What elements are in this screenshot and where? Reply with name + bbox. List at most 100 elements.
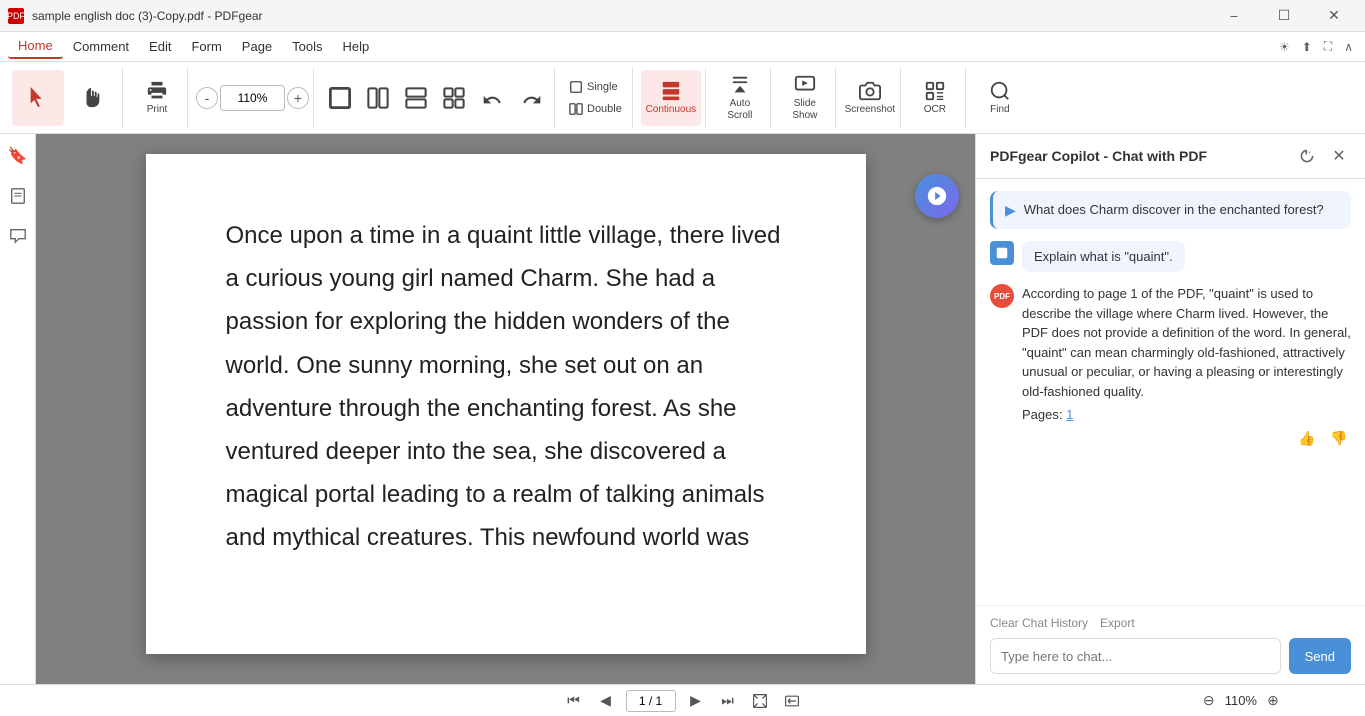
menu-home[interactable]: Home — [8, 34, 63, 59]
screenshot-button[interactable]: Screenshot — [844, 70, 896, 126]
thumbs-down-button[interactable]: 👎 — [1327, 426, 1351, 450]
ocr-button[interactable]: OCR — [909, 70, 961, 126]
suggested-question-text: What does Charm discover in the enchante… — [1024, 201, 1324, 219]
zoom-out-bottom-button[interactable]: ⊖ — [1197, 689, 1221, 713]
zoom-control: - + — [196, 85, 309, 111]
window-controls: − ☐ ✕ — [1211, 0, 1357, 32]
toolbar-zoom-group: - + — [192, 68, 314, 128]
fit-width-button[interactable] — [780, 689, 804, 713]
menu-help[interactable]: Help — [333, 35, 380, 58]
chat-bottom: Clear Chat History Export Send — [976, 605, 1365, 684]
toolbar-autoscroll-group: Auto Scroll — [710, 68, 771, 128]
left-sidebar: 🔖 — [0, 134, 36, 684]
suggested-question[interactable]: ▶ What does Charm discover in the enchan… — [990, 191, 1351, 229]
last-page-button[interactable]: ⏭ — [716, 689, 740, 713]
sun-icon[interactable]: ☀ — [1275, 36, 1294, 58]
suggestion-arrow-icon: ▶ — [1005, 202, 1016, 219]
continuous-view-button[interactable]: Continuous — [641, 70, 701, 126]
toolbar-find-group: Find — [970, 68, 1030, 128]
auto-scroll-button[interactable]: Auto Scroll — [714, 70, 766, 126]
prev-page-button[interactable]: ◀ — [594, 689, 618, 713]
double-view-button[interactable]: Double — [563, 99, 628, 119]
slide-show-button[interactable]: Slide Show — [779, 70, 831, 126]
fit-page-button[interactable] — [748, 689, 772, 713]
toolbar-print-group: Print — [127, 68, 188, 128]
print-button[interactable]: Print — [131, 70, 183, 126]
page-link-1[interactable]: 1 — [1066, 407, 1073, 422]
ai-avatar: PDF — [990, 284, 1014, 308]
toolbar-continuous-group: Continuous — [637, 68, 706, 128]
next-page-button[interactable]: ▶ — [684, 689, 708, 713]
grid-layout-1-button[interactable] — [322, 80, 358, 116]
bottom-zoom-control: ⊖ 110% ⊕ — [1197, 689, 1285, 713]
first-page-button[interactable]: ⏮ — [562, 689, 586, 713]
main-content: 🔖 Once upon a time in a quaint little vi… — [0, 134, 1365, 684]
toolbar-view-group: Single Double — [559, 68, 633, 128]
page-input[interactable] — [626, 690, 676, 712]
comments-icon[interactable] — [4, 222, 32, 250]
export-button[interactable]: Export — [1100, 616, 1135, 630]
chat-input[interactable] — [990, 638, 1281, 674]
chat-actions: Clear Chat History Export — [990, 616, 1351, 630]
copilot-close-button[interactable]: ✕ — [1327, 144, 1351, 168]
pages-icon[interactable] — [4, 182, 32, 210]
fullscreen-icon[interactable]: ⛶ — [1320, 35, 1336, 58]
menu-right-icons: ☀ ⬆ ⛶ ∧ — [1275, 35, 1357, 58]
menu-edit[interactable]: Edit — [139, 35, 181, 58]
view-mode-group: Single Double — [563, 77, 628, 119]
bottom-bar-wrap: ⏮ ◀ ▶ ⏭ ⊖ 110% ⊕ — [0, 689, 1365, 713]
clear-chat-button[interactable]: Clear Chat History — [990, 616, 1088, 630]
chat-area: ▶ What does Charm discover in the enchan… — [976, 179, 1365, 605]
menu-page[interactable]: Page — [232, 35, 282, 58]
pages-label: Pages: — [1022, 407, 1062, 422]
copilot-header-icons: ✕ — [1295, 144, 1351, 168]
copilot-float-button[interactable] — [915, 174, 959, 218]
chat-input-row: Send — [990, 638, 1351, 674]
grid-layout-4-button[interactable] — [436, 80, 472, 116]
user-message: Explain what is "quaint". — [990, 241, 1351, 272]
menu-form[interactable]: Form — [181, 35, 231, 58]
window-title: sample english doc (3)-Copy.pdf - PDFgea… — [32, 9, 263, 23]
find-label: Find — [990, 104, 1009, 116]
bottom-zoom-level: 110% — [1225, 693, 1257, 708]
pdf-text-content: Once upon a time in a quaint little vill… — [226, 214, 786, 560]
single-view-button[interactable]: Single — [563, 77, 628, 97]
undo-button[interactable] — [474, 86, 510, 114]
find-button[interactable]: Find — [974, 70, 1026, 126]
ai-message: PDF According to page 1 of the PDF, "qua… — [990, 284, 1351, 450]
ocr-label: OCR — [924, 104, 946, 116]
user-avatar — [990, 241, 1014, 265]
ai-response-text: According to page 1 of the PDF, "quaint"… — [1022, 284, 1351, 401]
menu-tools[interactable]: Tools — [282, 35, 332, 58]
grid-layout-2-button[interactable] — [360, 80, 396, 116]
auto-scroll-label: Auto Scroll — [718, 98, 762, 122]
cursor-tool-button[interactable] — [12, 70, 64, 126]
thumbs-up-button[interactable]: 👍 — [1295, 426, 1319, 450]
collapse-icon[interactable]: ∧ — [1340, 36, 1357, 58]
copilot-refresh-button[interactable] — [1295, 144, 1319, 168]
pdf-page: Once upon a time in a quaint little vill… — [146, 154, 866, 654]
zoom-input[interactable] — [220, 85, 285, 111]
minimize-button[interactable]: − — [1211, 0, 1257, 32]
bottom-bar: ⏮ ◀ ▶ ⏭ ⊖ 110% ⊕ — [0, 684, 1365, 716]
zoom-in-button[interactable]: + — [287, 87, 309, 109]
zoom-out-button[interactable]: - — [196, 87, 218, 109]
copilot-title: PDFgear Copilot - Chat with PDF — [990, 148, 1207, 164]
toolbar: Print - + — [0, 62, 1365, 134]
bookmark-icon[interactable]: 🔖 — [4, 142, 32, 170]
screenshot-label: Screenshot — [845, 104, 896, 116]
toolbar-ocr-group: OCR — [905, 68, 966, 128]
menu-comment[interactable]: Comment — [63, 35, 139, 58]
maximize-button[interactable]: ☐ — [1261, 0, 1307, 32]
toolbar-selection-group — [8, 68, 123, 128]
export-icon[interactable]: ⬆ — [1298, 36, 1316, 58]
close-button[interactable]: ✕ — [1311, 0, 1357, 32]
feedback-row: 👍 👎 — [1022, 426, 1351, 450]
zoom-in-bottom-button[interactable]: ⊕ — [1261, 689, 1285, 713]
hand-tool-button[interactable] — [66, 70, 118, 126]
toolbar-slideshow-group: Slide Show — [775, 68, 836, 128]
send-button[interactable]: Send — [1289, 638, 1351, 674]
grid-layout-3-button[interactable] — [398, 80, 434, 116]
pdf-viewer[interactable]: Once upon a time in a quaint little vill… — [36, 134, 975, 684]
redo-button[interactable] — [514, 86, 550, 114]
